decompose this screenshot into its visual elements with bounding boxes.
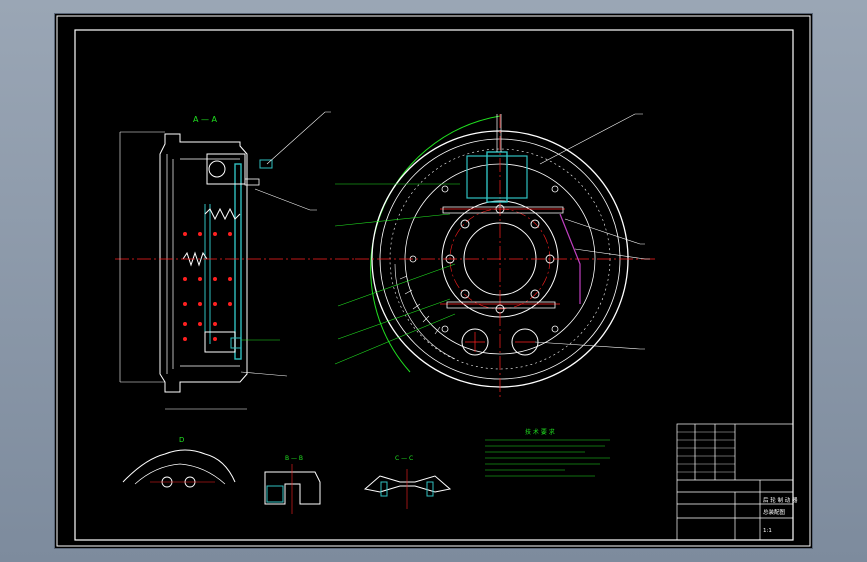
notes-title: 技 术 要 求: [525, 428, 555, 436]
section-cc-label: C — C: [395, 455, 413, 462]
section-cc-nut-right: [426, 481, 434, 497]
section-view-bb: B — B: [264, 455, 321, 514]
leader-aa-1: [266, 111, 331, 165]
leader-main-9: [334, 313, 456, 365]
cylinder-outlet: [496, 114, 502, 152]
section-view-aa: A — A: [115, 111, 355, 410]
detail-d-outline: [122, 449, 236, 483]
detail-d-label: D: [179, 436, 184, 444]
cad-viewport[interactable]: A — A D B — B C — C 技 术 要 求 后 轮 制 动 器 总装…: [55, 14, 812, 548]
notes-lines: [485, 439, 610, 477]
leader-main-7: [337, 263, 456, 307]
backing-plate-section: [234, 163, 242, 360]
inner-drawing-frame: [74, 29, 794, 541]
technical-notes: 技 术 要 求: [485, 428, 610, 477]
adjuster-nut: [230, 337, 242, 349]
cylinder-piston: [208, 160, 226, 178]
drum-inner: [166, 154, 240, 374]
shoe-web-section: [204, 204, 211, 344]
section-view-cc: C — C: [363, 455, 452, 509]
leader-main-4: [534, 341, 645, 350]
section-bb-hatch: [266, 485, 284, 503]
title-scale: 1:1: [763, 528, 772, 534]
cylinder-body: [486, 151, 508, 203]
leader-main-8: [337, 298, 451, 340]
leader-main-2: [564, 218, 645, 245]
brake-assembly-drawing: A — A D B — B C — C 技 术 要 求 后 轮 制 动 器 总装…: [56, 15, 811, 547]
section-bb-profile: [264, 471, 321, 505]
detail-d-inner: [134, 463, 226, 485]
wheel-cylinder-front: [466, 155, 528, 199]
leader-aa-2: [254, 188, 317, 211]
title-drawing-name: 后 轮 制 动 器: [763, 496, 798, 504]
title-sheet-label: 总装配图: [763, 508, 786, 516]
section-bb-label: B — B: [285, 455, 303, 462]
section-cc-nut-left: [380, 481, 388, 497]
section-cc-profile: [363, 475, 452, 493]
leader-aa-4: [240, 371, 288, 377]
leader-main-3: [574, 248, 650, 260]
outer-sheet-border: [56, 15, 811, 547]
leader-main-6: [334, 213, 451, 227]
detail-view-d: D: [122, 436, 236, 488]
title-block: [676, 423, 794, 541]
wheel-cylinder: [206, 153, 246, 185]
front-view-brake: [334, 113, 655, 399]
drum-section-hatch: [394, 263, 456, 360]
section-aa-label: A — A: [193, 115, 218, 124]
leader-main-1: [539, 113, 643, 165]
rivet-pattern: [183, 232, 232, 341]
